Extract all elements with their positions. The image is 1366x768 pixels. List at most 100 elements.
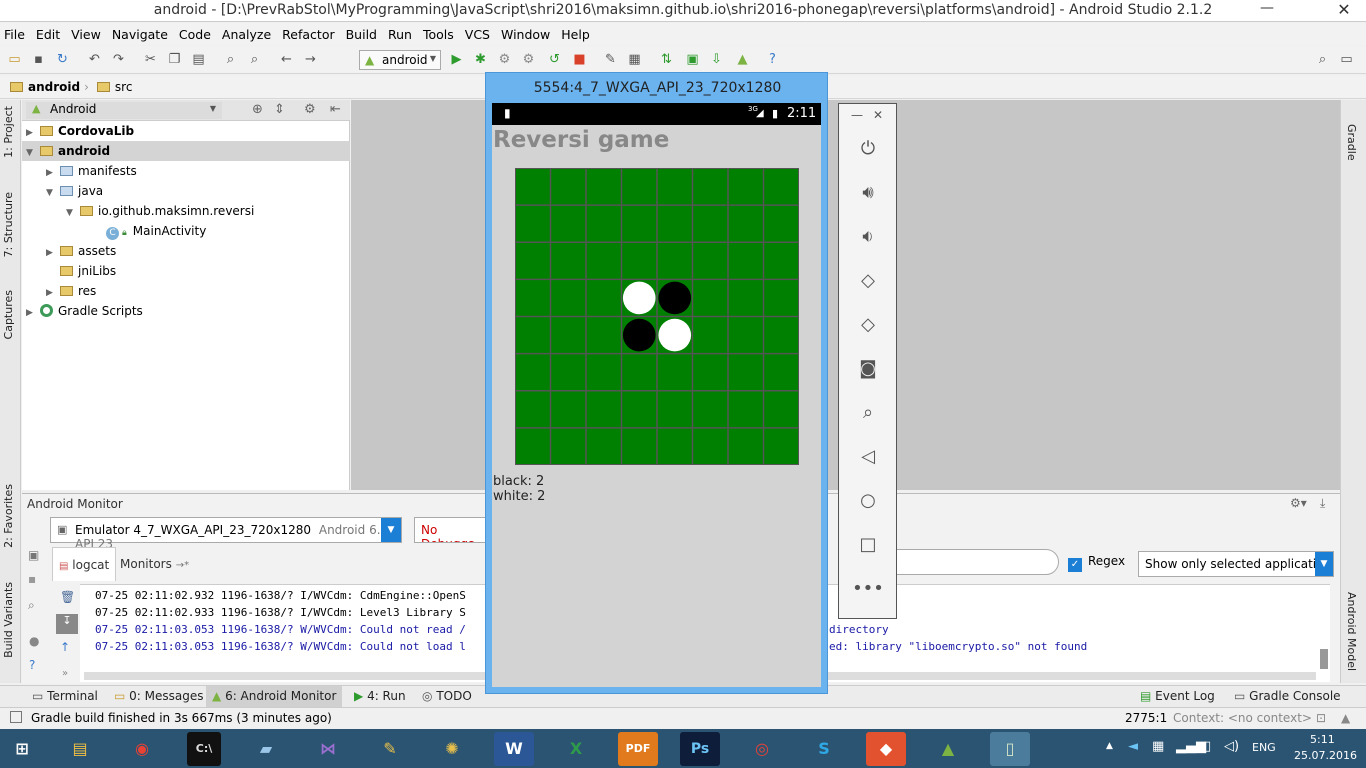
- overview-icon[interactable]: □: [851, 528, 885, 562]
- tab-todo[interactable]: ◎ TODO: [422, 689, 472, 703]
- back-icon[interactable]: ←: [278, 51, 295, 68]
- network-icon[interactable]: ▂▄▆: [1176, 739, 1206, 754]
- sdk-manager-icon[interactable]: ▦: [626, 51, 643, 68]
- sync-gradle-icon[interactable]: ⇅: [658, 51, 675, 68]
- tools-icon[interactable]: ✎: [370, 732, 410, 766]
- sync-icon[interactable]: ↻: [54, 51, 71, 68]
- apply-changes-icon[interactable]: ⚙: [496, 51, 513, 68]
- volume-icon[interactable]: ◁): [1224, 739, 1239, 754]
- undo-icon[interactable]: ↶: [86, 51, 103, 68]
- tray-expand-icon[interactable]: ▲: [1106, 741, 1113, 751]
- save-icon[interactable]: ▪: [30, 51, 47, 68]
- gear-icon[interactable]: ⚙: [304, 102, 316, 117]
- run-configuration-select[interactable]: ▲ android ▼: [359, 50, 441, 70]
- system-info-icon[interactable]: ⌕: [28, 598, 35, 613]
- menu-run[interactable]: Run: [388, 27, 412, 42]
- menu-code[interactable]: Code: [179, 27, 211, 42]
- tab-captures[interactable]: Captures: [2, 290, 15, 339]
- lock-icon[interactable]: ⊡: [1316, 711, 1326, 725]
- project-structure-icon[interactable]: ✎: [602, 51, 619, 68]
- tree-item-cordovalib[interactable]: ▶ CordovaLib: [22, 121, 350, 141]
- cut-icon[interactable]: ✂: [142, 51, 159, 68]
- emulator-taskbar-icon[interactable]: ▯: [990, 732, 1030, 766]
- paint-icon[interactable]: ✺: [432, 732, 472, 766]
- close-window-button[interactable]: ✕: [1322, 0, 1366, 20]
- tab-event-log[interactable]: ▤ Event Log: [1140, 689, 1215, 703]
- photoshop-icon[interactable]: Ps: [680, 732, 720, 766]
- skype-icon[interactable]: S: [804, 732, 844, 766]
- expand-arrow-icon[interactable]: ▶: [26, 123, 36, 143]
- project-view-select[interactable]: ▲ Android ▼: [26, 102, 222, 119]
- rerun-icon[interactable]: ↺: [546, 51, 563, 68]
- tab-messages[interactable]: ▭ 0: Messages: [114, 689, 204, 703]
- notifications-icon[interactable]: ▲: [1341, 711, 1350, 725]
- collapse-all-icon[interactable]: ⇕: [274, 102, 285, 117]
- help-icon[interactable]: ?: [29, 658, 35, 672]
- clear-logcat-icon[interactable]: 🗑︎: [60, 590, 75, 604]
- zoom-icon[interactable]: ⌕: [851, 396, 885, 430]
- up-icon[interactable]: ↑: [60, 640, 70, 654]
- back-icon[interactable]: ◁: [851, 440, 885, 474]
- menu-window[interactable]: Window: [501, 27, 550, 42]
- terminate-icon[interactable]: ●: [29, 634, 39, 648]
- menu-navigate[interactable]: Navigate: [112, 27, 168, 42]
- language-indicator[interactable]: ENG: [1252, 741, 1276, 754]
- tab-android-model[interactable]: Android Model: [1345, 592, 1358, 671]
- sdk-download-icon[interactable]: ⇩: [708, 51, 725, 68]
- replace-icon[interactable]: ⌕: [246, 51, 263, 68]
- open-folder-icon[interactable]: ▭: [6, 51, 23, 68]
- gear-icon[interactable]: ⚙▾: [1290, 496, 1307, 510]
- menu-build[interactable]: Build: [346, 27, 377, 42]
- collapse-arrow-icon[interactable]: ▼: [26, 143, 36, 163]
- power-icon[interactable]: ⏻: [851, 132, 885, 166]
- expand-arrow-icon[interactable]: ▶: [46, 243, 56, 263]
- tree-item-java[interactable]: ▼ java: [46, 181, 103, 201]
- telegram-icon[interactable]: ◄: [1128, 739, 1138, 754]
- home-icon[interactable]: ○: [851, 484, 885, 518]
- menu-vcs[interactable]: VCS: [465, 27, 490, 42]
- tab-favorites[interactable]: 2: Favorites: [2, 484, 15, 548]
- browser-icon[interactable]: ◎: [742, 732, 782, 766]
- more-icon[interactable]: »: [62, 668, 68, 679]
- more-icon[interactable]: •••: [851, 572, 885, 606]
- run-icon[interactable]: ▶: [448, 51, 465, 68]
- tab-structure[interactable]: 7: Structure: [2, 192, 15, 257]
- regex-checkbox[interactable]: ✓ Regex: [1068, 554, 1125, 572]
- forward-icon[interactable]: →: [302, 51, 319, 68]
- scroll-to-end-icon[interactable]: ↧: [56, 614, 78, 634]
- stop-icon[interactable]: ■: [571, 51, 588, 68]
- menu-refactor[interactable]: Refactor: [282, 27, 334, 42]
- paste-icon[interactable]: ▤: [190, 51, 207, 68]
- visual-studio-icon[interactable]: ⋈: [308, 732, 348, 766]
- tab-run[interactable]: ▶ 4: Run: [354, 689, 406, 703]
- tree-item-assets[interactable]: ▶ assets: [46, 241, 116, 261]
- screenshot-icon[interactable]: ▣: [28, 548, 39, 562]
- tab-monitors[interactable]: Monitors →*: [114, 547, 195, 581]
- menu-tools[interactable]: Tools: [423, 27, 454, 42]
- avd-manager-icon[interactable]: ▣: [684, 51, 701, 68]
- tree-item-jnilibs[interactable]: jniLibs: [56, 261, 116, 281]
- word-icon[interactable]: W: [494, 732, 534, 766]
- clock-time[interactable]: 5:11: [1310, 733, 1335, 746]
- tab-gradle-console[interactable]: ▭ Gradle Console: [1234, 689, 1341, 703]
- collapse-arrow-icon[interactable]: ▼: [46, 183, 56, 203]
- device-select[interactable]: ▣ Emulator 4_7_WXGA_API_23_720x1280 Andr…: [50, 517, 402, 551]
- tree-item-package[interactable]: ▼ io.github.maksimn.reversi: [66, 201, 254, 221]
- minimize-icon[interactable]: —: [851, 108, 863, 122]
- breadcrumb-item-src[interactable]: src: [115, 80, 133, 94]
- scroll-from-source-icon[interactable]: ⊕: [252, 102, 263, 117]
- reversi-board[interactable]: [515, 168, 799, 465]
- toggle-tool-windows-icon[interactable]: [10, 711, 22, 723]
- tab-logcat[interactable]: ▤ logcat: [52, 547, 117, 581]
- copy-icon[interactable]: ❐: [166, 51, 183, 68]
- file-explorer-icon[interactable]: ▤: [60, 732, 100, 766]
- expand-arrow-icon[interactable]: ▶: [46, 283, 56, 303]
- layout-icon[interactable]: ▭: [1338, 51, 1355, 68]
- menu-file[interactable]: File: [4, 27, 25, 42]
- command-prompt-icon[interactable]: C:\: [187, 732, 221, 766]
- git-icon[interactable]: ◆: [866, 732, 906, 766]
- android-studio-icon[interactable]: ▲: [928, 732, 968, 766]
- windows-start-icon[interactable]: ⊞: [2, 732, 42, 766]
- tree-item-manifests[interactable]: ▶ manifests: [46, 161, 137, 181]
- expand-arrow-icon[interactable]: ▶: [46, 163, 56, 183]
